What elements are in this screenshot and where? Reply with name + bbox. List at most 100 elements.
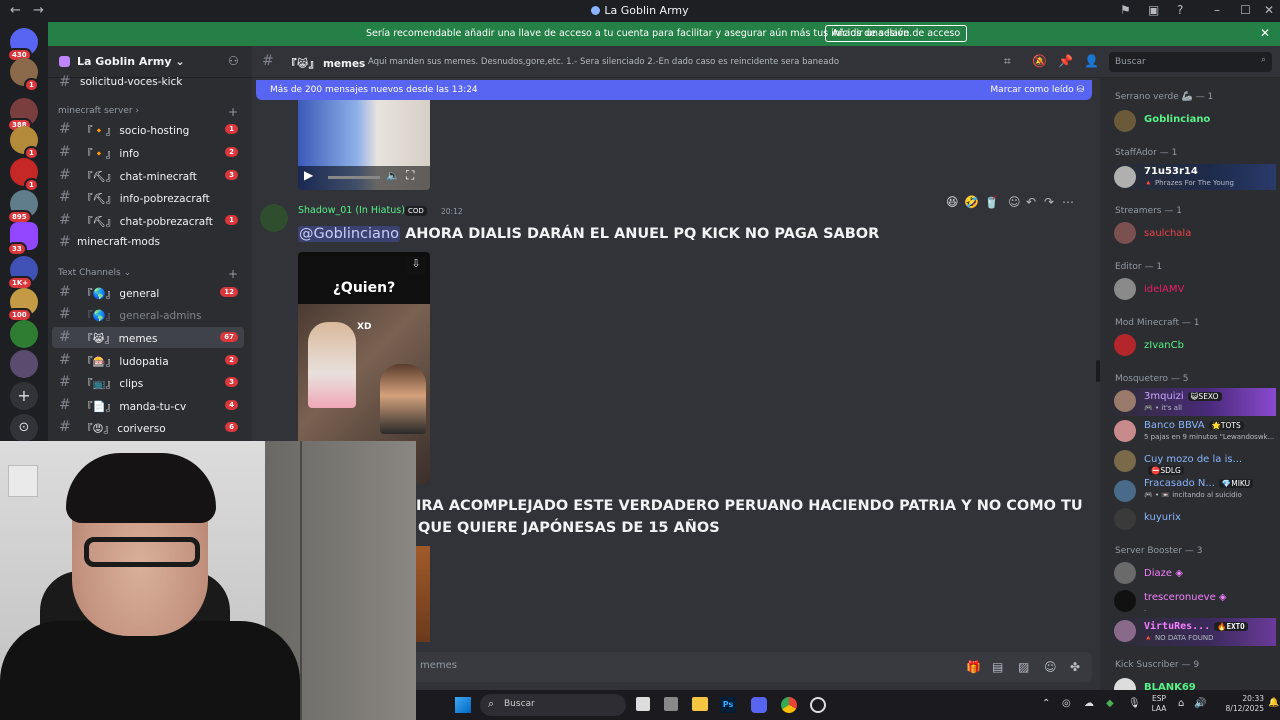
user-mention[interactable]: @Goblinciano <box>298 226 401 242</box>
channel-clips[interactable]: # 『📺』 clips 3 <box>52 372 244 393</box>
message-author[interactable]: Shadow_01 (In Hiatus) <box>298 205 405 216</box>
server-icon[interactable] <box>10 320 38 348</box>
avatar[interactable] <box>1114 110 1136 132</box>
channel-manda-tu-cv[interactable]: # 『📄』 manda-tu-cv 4 <box>52 395 244 416</box>
server-icon[interactable] <box>10 350 38 378</box>
photoshop-icon[interactable]: Ps <box>720 697 736 713</box>
windows-start-icon[interactable] <box>455 697 471 713</box>
category-minecraft[interactable]: minecraft server › + <box>58 105 238 119</box>
member-name[interactable]: Banco BBVA 🌟TOTS <box>1144 420 1244 431</box>
avatar[interactable] <box>1114 390 1136 412</box>
search-input[interactable]: Buscar ⌕ <box>1109 52 1272 72</box>
gif-icon[interactable]: ▤ <box>992 660 1003 674</box>
member-name[interactable]: kuyurix <box>1144 512 1181 523</box>
tray-app-icon[interactable]: ◆ <box>1106 698 1114 709</box>
channel-ludopatia[interactable]: # 『🎰』 ludopatia 2 <box>52 350 244 371</box>
sticker-icon[interactable]: ▨ <box>1018 660 1029 674</box>
add-channel-icon[interactable]: + <box>228 267 238 281</box>
mute-bell-icon[interactable]: 🔕 <box>1032 54 1047 68</box>
member-name[interactable]: Cuy mozo de la is...⛔SDLG <box>1144 454 1280 476</box>
reply-icon[interactable]: ↶ <box>1026 195 1036 209</box>
member-name[interactable]: saulchala <box>1144 228 1191 239</box>
channel-memes[interactable]: # 『😹』 memes 67 <box>52 327 244 348</box>
server-icon[interactable]: 1 <box>10 58 39 92</box>
more-icon[interactable]: ⋯ <box>1062 195 1074 209</box>
member-name[interactable]: Goblinciano <box>1144 114 1210 125</box>
reaction-emoji-icon[interactable]: 🥤 <box>984 195 999 209</box>
member-name[interactable]: Fracasado N... 💎MIKU <box>1144 478 1254 489</box>
channel-coriverso[interactable]: # 『😡』 coriverso 6 <box>52 417 244 438</box>
twitch-server-icon[interactable]: 33 <box>7 222 38 256</box>
add-reaction-icon[interactable]: ☺ <box>1008 195 1021 209</box>
member-list-icon[interactable]: 👤 <box>1084 54 1099 68</box>
server-icon[interactable]: 1K+ <box>7 256 38 290</box>
avatar[interactable] <box>1114 590 1136 612</box>
avatar[interactable] <box>260 204 288 232</box>
network-icon[interactable]: ⌂ <box>1178 698 1184 709</box>
direct-messages-icon[interactable]: 430 <box>7 28 38 62</box>
help-icon[interactable]: ? <box>1177 3 1183 17</box>
member-name[interactable]: zIvanCb <box>1144 340 1184 351</box>
server-icon[interactable]: 1 <box>10 126 39 160</box>
category-text-channels[interactable]: Text Channels ⌄ + <box>58 267 238 281</box>
volume-icon[interactable]: 🔈 <box>386 169 400 182</box>
avatar[interactable] <box>1114 278 1136 300</box>
channel-info-pobrezacraft[interactable]: # 『⛏』 info-pobrezacraft <box>52 187 244 208</box>
fullscreen-icon[interactable]: ⛶ <box>406 168 414 183</box>
close-window-button[interactable]: ✕ <box>1264 3 1274 17</box>
inbox-flag-icon[interactable]: ⚑ <box>1120 3 1131 17</box>
video-attachment[interactable]: ▶ 🔈 ⛶ <box>298 100 430 190</box>
notification-bell-icon[interactable]: 🔔 <box>1268 698 1279 708</box>
chrome-icon[interactable] <box>781 697 797 713</box>
apps-icon[interactable]: ✤ <box>1070 660 1080 674</box>
gift-icon[interactable]: 🎁 <box>966 660 981 674</box>
channel-general-admins[interactable]: # 『🌎』 general-admins <box>52 304 244 325</box>
volume-icon[interactable]: 🔊 <box>1194 698 1206 709</box>
add-server-icon[interactable]: + <box>10 382 38 410</box>
reaction-emoji-icon[interactable]: 😆 <box>946 195 959 209</box>
server-icon[interactable]: 1 <box>10 158 39 192</box>
video-progress-bar[interactable] <box>328 176 380 179</box>
tray-chevron-icon[interactable]: ⌃ <box>1042 698 1050 709</box>
channel-topic[interactable]: Aqui manden sus memes. Desnudos,gore,etc… <box>368 57 839 67</box>
task-view-icon[interactable] <box>636 697 650 711</box>
member-name[interactable]: 3mquizi 😺SEXO <box>1144 391 1222 402</box>
app-icon[interactable] <box>664 697 678 711</box>
channel-info[interactable]: # 『🔸』 info 2 <box>52 142 244 163</box>
avatar[interactable] <box>1114 480 1136 502</box>
channel-general[interactable]: # 『🌎』 general 12 <box>52 282 244 303</box>
member-name[interactable]: 71u53r14 <box>1144 166 1198 177</box>
play-icon[interactable]: ▶ <box>304 168 313 182</box>
add-member-icon[interactable]: ⚇ <box>228 54 239 68</box>
server-icon[interactable]: 388 <box>7 98 38 132</box>
member-name[interactable]: tresceronueve ◈ <box>1144 592 1227 603</box>
channel-chat-minecraft[interactable]: # 『⛏』 chat-minecraft 3 <box>52 165 244 186</box>
clock[interactable]: 20:33 8/12/2025 <box>1212 694 1264 714</box>
explore-icon[interactable]: ⊙ <box>10 414 38 442</box>
minimize-button[interactable]: – <box>1214 3 1220 17</box>
member-name[interactable]: Diaze ◈ <box>1144 568 1183 579</box>
channel-socio-hosting[interactable]: # 『🔸』 socio-hosting 1 <box>52 119 244 140</box>
server-icon[interactable]: 100 <box>7 288 38 322</box>
add-passkey-button[interactable]: Añadir una llave de acceso <box>825 25 968 42</box>
forward-icon[interactable]: ↷ <box>1044 195 1054 209</box>
keyboard-language[interactable]: ESP LAA <box>1148 694 1170 714</box>
member-name[interactable]: idelAMV <box>1144 284 1184 295</box>
tray-app-icon[interactable]: ◎ <box>1062 698 1071 709</box>
tray-cloud-icon[interactable]: ☁ <box>1084 698 1094 709</box>
avatar[interactable] <box>1114 562 1136 584</box>
server-icon[interactable]: 895 <box>7 190 38 224</box>
avatar[interactable] <box>1114 222 1136 244</box>
emoji-icon[interactable]: ☺ <box>1044 660 1057 674</box>
tray-mic-icon[interactable]: 🎙 <box>1128 698 1141 709</box>
maximize-button[interactable]: ☐ <box>1240 3 1251 17</box>
screen-share-icon[interactable]: ▣ <box>1148 3 1159 17</box>
threads-icon[interactable]: ⌗ <box>1004 54 1011 69</box>
image-attachment[interactable] <box>416 546 430 642</box>
avatar[interactable] <box>1114 508 1136 530</box>
file-explorer-icon[interactable] <box>692 697 708 711</box>
add-channel-icon[interactable]: + <box>228 105 238 119</box>
close-icon[interactable]: ✕ <box>1260 26 1270 40</box>
reaction-emoji-icon[interactable]: 🤣 <box>964 195 979 209</box>
avatar[interactable] <box>1114 620 1136 642</box>
